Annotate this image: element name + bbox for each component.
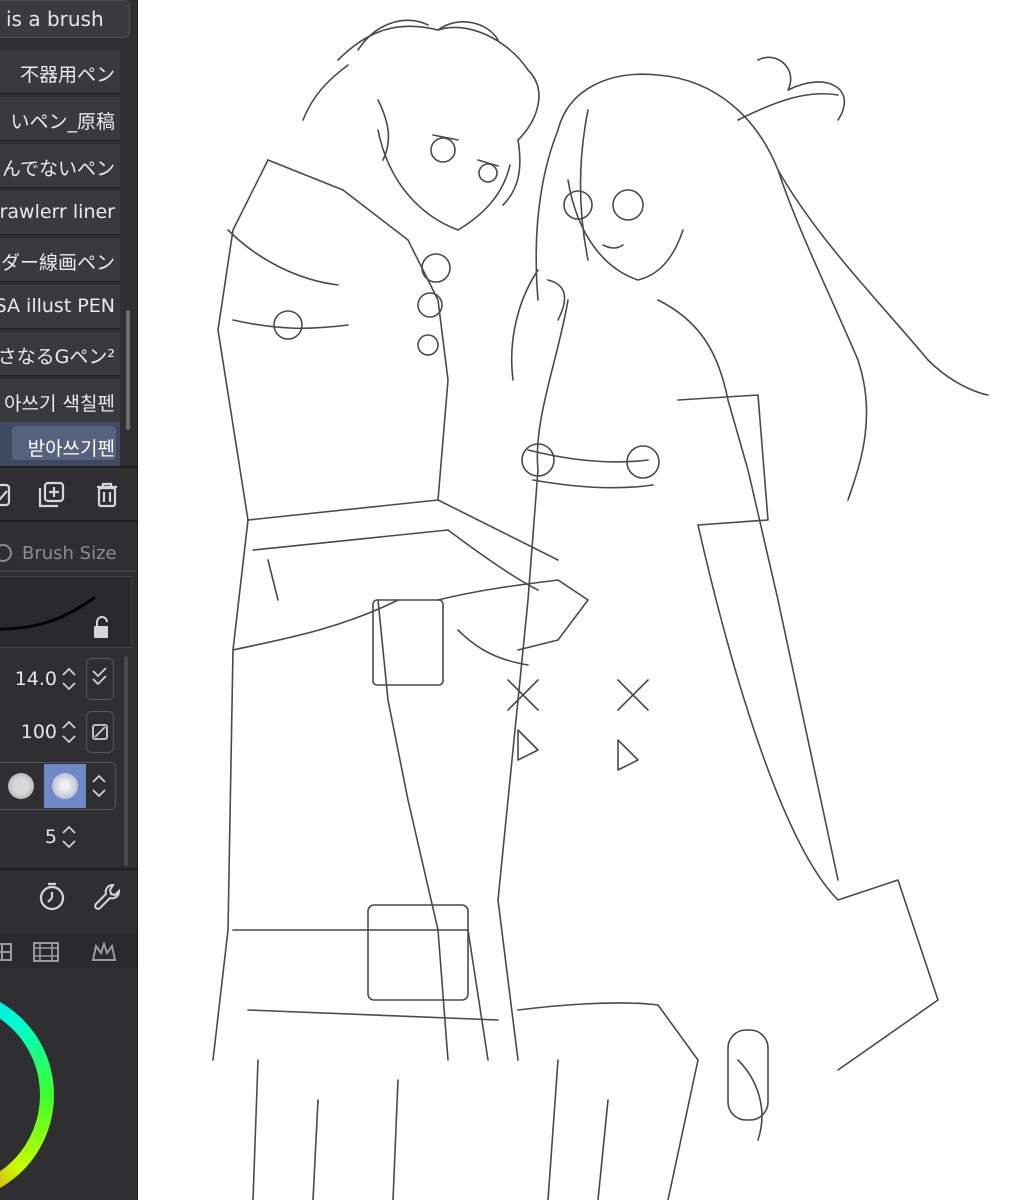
stabilization-property-row: 5 xyxy=(0,816,137,862)
stabilization-spinner-icon[interactable] xyxy=(60,820,78,854)
opacity-value[interactable]: 100 xyxy=(21,721,57,743)
opacity-property-row: 100 xyxy=(0,709,137,755)
brush-list-scrollbar[interactable] xyxy=(126,310,130,430)
pressure-icon xyxy=(92,667,107,686)
copy-icon[interactable] xyxy=(0,479,18,511)
brush-item[interactable]: crawlerr liner xyxy=(0,191,120,235)
tip-spinner-icon[interactable] xyxy=(90,769,108,803)
brush-item[interactable]: ダー線画ペン xyxy=(0,238,120,282)
film-icon[interactable] xyxy=(32,940,60,964)
color-wheel-panel xyxy=(0,970,137,1200)
grid-icon[interactable] xyxy=(0,940,14,964)
brush-item[interactable]: んでないペン xyxy=(0,144,120,188)
brush-item[interactable]: 不器用ペン xyxy=(0,50,120,94)
brush-size-indicator-icon xyxy=(0,544,12,562)
brush-item-label: んでないペン xyxy=(1,158,115,180)
brush-item-selected[interactable]: 받아쓰기펜 xyxy=(0,422,120,468)
trash-icon[interactable] xyxy=(91,479,123,511)
size-property-row: 14.0 xyxy=(0,656,137,702)
brush-item-label: SA illust PEN xyxy=(0,295,115,317)
divider xyxy=(0,868,137,870)
divider xyxy=(0,570,137,572)
opacity-button[interactable] xyxy=(86,711,114,753)
pressure-button[interactable] xyxy=(86,658,114,700)
brush-item-label: 받아쓰기펜 xyxy=(27,438,115,460)
brush-size-header[interactable]: Brush Size xyxy=(0,540,130,568)
size-value[interactable]: 14.0 xyxy=(15,668,57,690)
stabilization-value[interactable]: 5 xyxy=(45,826,57,848)
brush-item-label: ダー線画ペン xyxy=(0,252,115,274)
brush-list-toolbar xyxy=(0,470,137,520)
brush-size-label: Brush Size xyxy=(22,543,117,564)
wrench-icon[interactable] xyxy=(91,881,123,913)
brush-item-label: crawlerr liner xyxy=(0,201,115,223)
tool-panel: is a brush 不器用ペン いペン_原稿 んでないペン crawlerr … xyxy=(0,0,137,1200)
panel-tab-bar xyxy=(0,934,137,968)
brush-item-label: いペン_原稿 xyxy=(10,111,115,133)
crown-icon[interactable] xyxy=(90,940,118,964)
opacity-spinner-icon[interactable] xyxy=(60,715,78,749)
brush-item[interactable]: SA illust PEN xyxy=(0,285,120,329)
divider xyxy=(0,466,137,468)
brush-tip-soft-icon[interactable] xyxy=(52,773,78,799)
brush-item[interactable]: 아쓰기 색칠펜 xyxy=(0,379,120,423)
brush-tip-hard-icon[interactable] xyxy=(8,773,34,799)
brush-item-label: さなるGペン² xyxy=(0,346,115,368)
sub-tool-title[interactable]: is a brush xyxy=(0,0,130,38)
sub-tool-title-label: is a brush xyxy=(6,7,104,31)
lock-icon[interactable] xyxy=(88,613,114,643)
brush-item[interactable]: さなるGペン² xyxy=(0,332,120,376)
property-toolbar xyxy=(0,872,137,922)
size-spinner-icon[interactable] xyxy=(60,662,78,696)
stroke-preview xyxy=(0,576,132,648)
brush-item-label: 不器用ペン xyxy=(19,64,115,86)
divider xyxy=(0,520,137,522)
brush-item[interactable]: いペン_原稿 xyxy=(0,97,120,141)
timer-icon[interactable] xyxy=(36,881,68,913)
drawing-canvas[interactable] xyxy=(138,0,1035,1201)
add-icon[interactable] xyxy=(36,479,68,511)
brush-tip-selector[interactable] xyxy=(0,762,116,810)
line-art-sketch xyxy=(212,19,989,1201)
opacity-icon xyxy=(92,724,108,740)
property-scrollbar[interactable] xyxy=(124,656,128,866)
brush-item-label: 아쓰기 색칠펜 xyxy=(4,393,115,415)
